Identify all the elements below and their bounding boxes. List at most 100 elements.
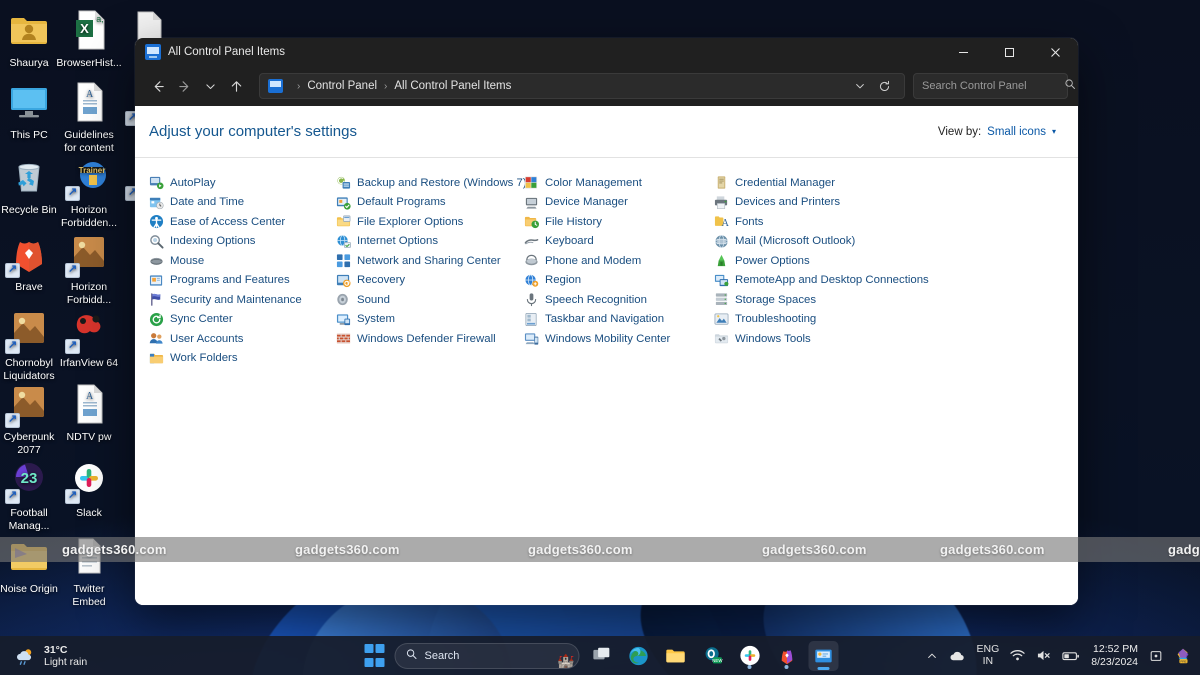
control-panel-item-label: System bbox=[357, 313, 395, 325]
breadcrumb-dropdown-button[interactable] bbox=[848, 74, 872, 98]
control-panel-item[interactable]: Mouse bbox=[149, 251, 336, 271]
desktop-icon-label: Slack bbox=[46, 507, 132, 520]
close-button[interactable] bbox=[1032, 38, 1078, 66]
control-panel-item[interactable]: Default Programs bbox=[336, 193, 524, 213]
backup-restore-icon bbox=[336, 175, 351, 190]
control-panel-item[interactable]: Troubleshooting bbox=[714, 310, 901, 330]
date-time-icon bbox=[149, 195, 164, 210]
desktop-icon[interactable]: Slack bbox=[46, 458, 132, 520]
control-panel-item[interactable]: Date and Time bbox=[149, 193, 336, 213]
control-panel-item[interactable]: Mail (Microsoft Outlook) bbox=[714, 232, 901, 252]
taskbar-app-task-view[interactable] bbox=[587, 641, 617, 671]
control-panel-item[interactable]: Sync Center bbox=[149, 310, 336, 330]
search-input[interactable] bbox=[922, 80, 1064, 92]
control-panel-item[interactable]: Storage Spaces bbox=[714, 290, 901, 310]
trainer-game-icon: Trainer bbox=[67, 155, 111, 199]
breadcrumb-item-control-panel[interactable]: Control Panel bbox=[307, 80, 377, 92]
search-control-panel[interactable] bbox=[913, 73, 1068, 99]
control-panel-item[interactable]: File Explorer Options bbox=[336, 212, 524, 232]
breadcrumb[interactable]: › Control Panel › All Control Panel Item… bbox=[259, 73, 905, 99]
address-bar[interactable]: › Control Panel › All Control Panel Item… bbox=[135, 66, 1078, 106]
taskbar-app-control-panel[interactable] bbox=[809, 641, 839, 671]
battery-icon[interactable] bbox=[1062, 650, 1080, 662]
taskbar-clock[interactable]: 12:52 PM 8/23/2024 bbox=[1091, 643, 1138, 668]
control-panel-item[interactable]: File History bbox=[524, 212, 714, 232]
control-panel-item[interactable]: Backup and Restore (Windows 7) bbox=[336, 173, 524, 193]
control-panel-item[interactable]: Internet Options bbox=[336, 232, 524, 252]
control-panel-item[interactable]: Programs and Features bbox=[149, 271, 336, 291]
control-panel-item[interactable]: RemoteApp and Desktop Connections bbox=[714, 271, 901, 291]
windows-start-icon[interactable] bbox=[362, 643, 388, 669]
taskbar-weather-widget[interactable]: 31°C Light rain bbox=[14, 644, 87, 668]
control-panel-item[interactable]: Work Folders bbox=[149, 349, 336, 369]
tray-overflow-icon[interactable] bbox=[926, 650, 938, 662]
autoplay-icon bbox=[149, 175, 164, 190]
taskbar-app-slack[interactable] bbox=[735, 641, 765, 671]
control-panel-item[interactable]: Phone and Modem bbox=[524, 251, 714, 271]
control-panel-item[interactable]: Region bbox=[524, 271, 714, 291]
desktop-icon[interactable]: Horizon Forbidd... bbox=[46, 232, 132, 306]
control-panel-item[interactable]: Recovery bbox=[336, 271, 524, 291]
control-panel-icon bbox=[145, 44, 161, 60]
control-panel-item[interactable]: Sound bbox=[336, 290, 524, 310]
forward-button[interactable] bbox=[171, 73, 197, 99]
maximize-button[interactable] bbox=[986, 38, 1032, 66]
recent-locations-button[interactable] bbox=[197, 73, 223, 99]
control-panel-item[interactable]: Security and Maintenance bbox=[149, 290, 336, 310]
phone-modem-icon bbox=[524, 253, 539, 268]
taskbar-app-microsoft-edge[interactable] bbox=[624, 641, 654, 671]
user-accounts-icon bbox=[149, 331, 164, 346]
control-panel-item[interactable]: Network and Sharing Center bbox=[336, 251, 524, 271]
minimize-button[interactable] bbox=[940, 38, 986, 66]
control-panel-window[interactable]: All Control Panel Items › bbox=[135, 38, 1078, 605]
control-panel-item[interactable]: Ease of Access Center bbox=[149, 212, 336, 232]
region-icon bbox=[524, 273, 539, 288]
control-panel-item[interactable]: Power Options bbox=[714, 251, 901, 271]
control-panel-item-label: Default Programs bbox=[357, 196, 446, 208]
back-button[interactable] bbox=[145, 73, 171, 99]
control-panel-item[interactable]: System bbox=[336, 310, 524, 330]
clock-time: 12:52 PM bbox=[1091, 643, 1138, 656]
control-panel-item[interactable]: Windows Mobility Center bbox=[524, 329, 714, 349]
control-panel-item[interactable]: AFonts bbox=[714, 212, 901, 232]
up-button[interactable] bbox=[223, 73, 249, 99]
control-panel-item[interactable]: Credential Manager bbox=[714, 173, 901, 193]
taskbar-app-outlook[interactable]: NEW bbox=[698, 641, 728, 671]
sync-center-icon bbox=[149, 312, 164, 327]
taskbar-search[interactable]: Search 🏰 bbox=[395, 643, 580, 669]
volume-muted-icon[interactable] bbox=[1036, 649, 1051, 662]
control-panel-item[interactable]: Devices and Printers bbox=[714, 193, 901, 213]
view-by-value[interactable]: Small icons bbox=[987, 126, 1046, 138]
taskbar-app-file-explorer[interactable] bbox=[661, 641, 691, 671]
control-panel-item[interactable]: Windows Defender Firewall bbox=[336, 329, 524, 349]
wifi-icon[interactable] bbox=[1010, 649, 1025, 662]
desktop-icon[interactable]: IrfanView 64 bbox=[46, 308, 132, 370]
chevron-down-icon[interactable]: ▾ bbox=[1052, 127, 1056, 136]
desktop-icon[interactable]: ANDTV pw bbox=[46, 382, 132, 444]
control-panel-item[interactable]: Speech Recognition bbox=[524, 290, 714, 310]
control-panel-item[interactable]: User Accounts bbox=[149, 329, 336, 349]
breadcrumb-item-all-control-panel-items[interactable]: All Control Panel Items bbox=[394, 80, 511, 92]
copilot-icon[interactable]: PRE bbox=[1174, 647, 1192, 665]
control-panel-item[interactable]: Taskbar and Navigation bbox=[524, 310, 714, 330]
control-panel-item[interactable]: Device Manager bbox=[524, 193, 714, 213]
control-panel-item-label: Device Manager bbox=[545, 196, 628, 208]
system-tray[interactable]: ENG IN 12:52 PM 8/23/2024 PRE bbox=[926, 643, 1192, 668]
desktop-icon[interactable]: Twitter Embed bbox=[46, 534, 132, 608]
language-indicator[interactable]: ENG IN bbox=[977, 644, 1000, 667]
user-folder-icon bbox=[7, 8, 51, 52]
control-panel-item[interactable]: Windows Tools bbox=[714, 329, 901, 349]
taskbar[interactable]: 31°C Light rain Search 🏰 bbox=[0, 636, 1200, 675]
window-title: All Control Panel Items bbox=[168, 46, 285, 58]
control-panel-item[interactable]: Keyboard bbox=[524, 232, 714, 252]
control-panel-item[interactable]: Color Management bbox=[524, 173, 714, 193]
control-panel-item[interactable]: AutoPlay bbox=[149, 173, 336, 193]
view-by-control[interactable]: View by: Small icons ▾ bbox=[938, 126, 1056, 138]
onedrive-icon[interactable] bbox=[949, 649, 966, 663]
control-panel-item[interactable]: Indexing Options bbox=[149, 232, 336, 252]
window-titlebar[interactable]: All Control Panel Items bbox=[135, 38, 1078, 66]
taskbar-app-brave[interactable] bbox=[772, 641, 802, 671]
notification-bell-icon[interactable] bbox=[1149, 649, 1163, 663]
control-panel-item-label: Network and Sharing Center bbox=[357, 255, 501, 267]
refresh-button[interactable] bbox=[872, 74, 896, 98]
